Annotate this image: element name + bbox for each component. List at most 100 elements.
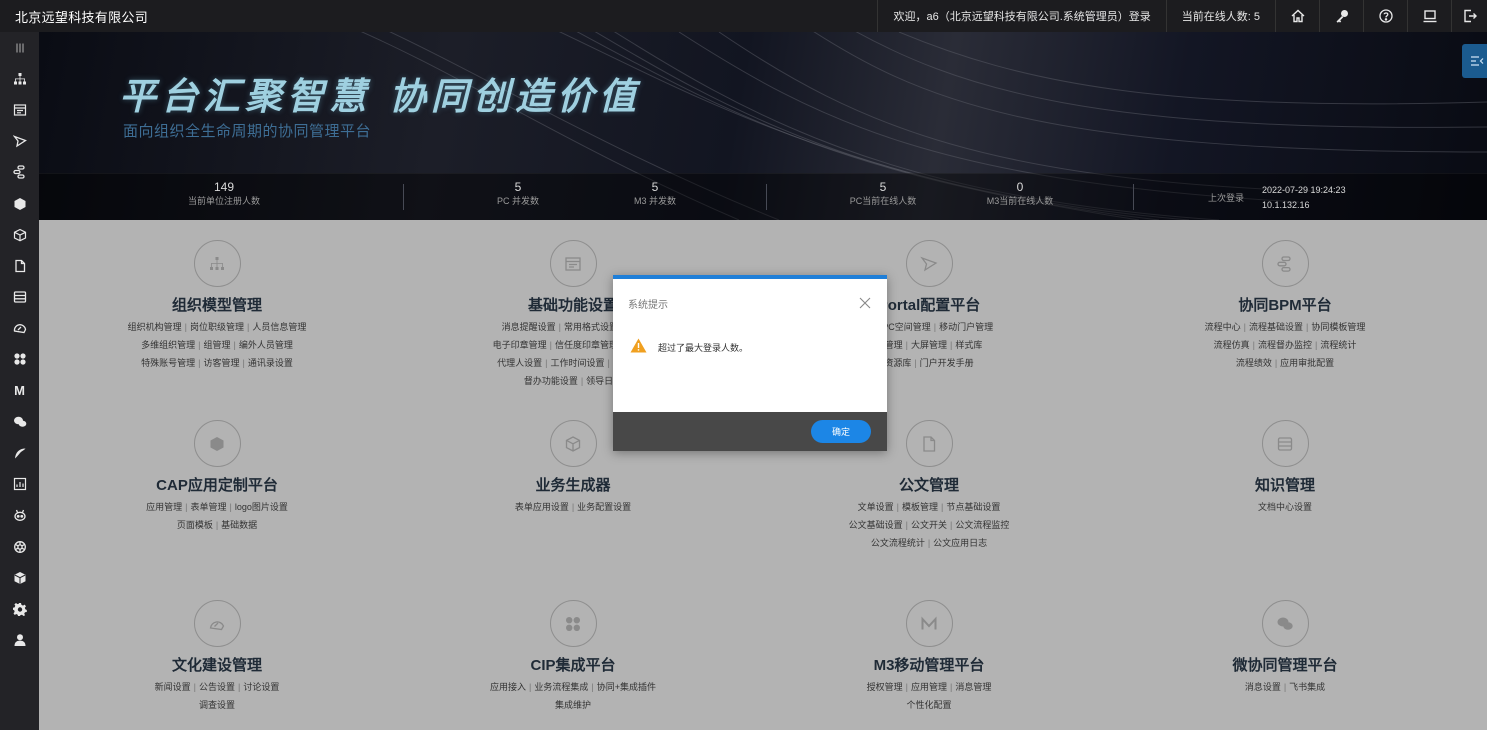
module-link[interactable]: 基础数据 (221, 520, 257, 530)
module-link[interactable]: 应用审批配置 (1280, 358, 1334, 368)
module-link[interactable]: 消息提醒设置 (502, 322, 556, 332)
module-card[interactable]: 协同BPM平台 流程中心 | 流程基础设置 | 协同模板管理 流程仿真 | 流程督办监控 | 流程… (1107, 240, 1463, 372)
cap-icon[interactable] (0, 188, 39, 219)
module-link[interactable]: 流程基础设置 (1249, 322, 1303, 332)
module-card[interactable]: CAP应用定制平台 应用管理 | 表单管理 | logo图片设置 页面模板 | 基础数据 (39, 420, 395, 534)
module-link[interactable]: 个性化配置 (906, 700, 951, 710)
gear-icon[interactable] (0, 593, 39, 624)
module-card[interactable]: CIP集成平台 应用接入 | 业务流程集成 | 协同+集成插件 集成维护 (395, 600, 751, 714)
send-icon[interactable] (0, 126, 39, 157)
module-link[interactable]: 公文应用日志 (933, 538, 987, 548)
module-link[interactable]: 编外人员管理 (239, 340, 293, 350)
module-title: 微协同管理平台 (1232, 657, 1338, 674)
module-link[interactable]: 流程中心 (1205, 322, 1241, 332)
module-link[interactable]: 应用管理 (911, 682, 947, 692)
home-icon[interactable] (1275, 0, 1319, 32)
module-link[interactable]: 代理人设置 (497, 358, 542, 368)
module-link[interactable]: 讨论设置 (243, 682, 279, 692)
user-icon[interactable] (0, 625, 39, 656)
module-link[interactable]: 业务流程集成 (534, 682, 588, 692)
module-card[interactable]: 知识管理 文档中心设置 (1107, 420, 1463, 516)
menu-toggle-icon[interactable] (0, 32, 39, 63)
module-link[interactable]: 组织机构管理 (128, 322, 182, 332)
culture-icon[interactable] (0, 313, 39, 344)
module-link[interactable]: 通讯录设置 (248, 358, 293, 368)
module-link[interactable]: 流程仿真 (1214, 340, 1250, 350)
key-icon[interactable] (1319, 0, 1363, 32)
module-link[interactable]: 表单应用设置 (515, 502, 569, 512)
document-icon[interactable] (0, 250, 39, 281)
module-link[interactable]: 表单管理 (190, 502, 226, 512)
module-card[interactable]: 组织模型管理 组织机构管理 | 岗位职级管理 | 人员信息管理 多维组织管理 | 组管理 | 编外… (39, 240, 395, 372)
link-separator: | (184, 322, 187, 332)
module-link[interactable]: 公文开关 (911, 520, 947, 530)
module-link[interactable]: logo图片设置 (235, 502, 288, 512)
database-icon[interactable] (0, 282, 39, 313)
module-link[interactable]: 信任度印章管理 (555, 340, 618, 350)
report-icon[interactable] (0, 469, 39, 500)
settings-hex-icon[interactable] (0, 531, 39, 562)
package-icon[interactable] (0, 562, 39, 593)
module-link[interactable]: 消息管理 (955, 682, 991, 692)
module-link[interactable]: 消息设置 (1245, 682, 1281, 692)
module-link[interactable]: 访客管理 (203, 358, 239, 368)
module-link[interactable]: 人员信息管理 (252, 322, 306, 332)
module-link[interactable]: 特殊账号管理 (141, 358, 195, 368)
module-link[interactable]: 文档中心设置 (1258, 502, 1312, 512)
robot-icon[interactable] (0, 500, 39, 531)
module-link[interactable]: 调查设置 (199, 700, 235, 710)
module-link[interactable]: 流程统计 (1320, 340, 1356, 350)
module-link[interactable]: 工作时间设置 (550, 358, 604, 368)
module-links: 应用管理 | 表单管理 | logo图片设置 页面模板 | 基础数据 (39, 498, 395, 534)
module-link[interactable]: 集成维护 (555, 700, 591, 710)
logout-icon[interactable] (1451, 0, 1487, 32)
module-link[interactable]: 协同+集成插件 (597, 682, 656, 692)
module-link[interactable]: 督办功能设置 (524, 376, 578, 386)
module-link[interactable]: 授权管理 (867, 682, 903, 692)
module-link[interactable]: 电子印章管理 (493, 340, 547, 350)
module-link[interactable]: 门户开发手册 (920, 358, 974, 368)
module-link[interactable]: 飞书集成 (1289, 682, 1325, 692)
module-link[interactable]: 协同模板管理 (1311, 322, 1365, 332)
workflow-icon[interactable] (0, 157, 39, 188)
monitor-icon[interactable] (1407, 0, 1451, 32)
module-link[interactable]: 文单设置 (858, 502, 894, 512)
module-link[interactable]: 多维组织管理 (141, 340, 195, 350)
module-link[interactable]: 大屏管理 (911, 340, 947, 350)
module-link[interactable]: 公文基础设置 (849, 520, 903, 530)
module-title: 知识管理 (1254, 477, 1315, 494)
org-chart-icon[interactable] (0, 63, 39, 94)
module-card[interactable]: 文化建设管理 新闻设置 | 公告设置 | 讨论设置 调查设置 (39, 600, 395, 714)
chat-icon[interactable] (0, 406, 39, 437)
module-link[interactable]: 移动门户管理 (939, 322, 993, 332)
help-icon[interactable] (1363, 0, 1407, 32)
module-link[interactable]: 流程绩效 (1236, 358, 1272, 368)
module-link[interactable]: 样式库 (955, 340, 982, 350)
module-link[interactable]: PC空间管理 (882, 322, 931, 332)
ok-button[interactable]: 确定 (811, 420, 871, 443)
module-link[interactable]: 公告设置 (199, 682, 235, 692)
module-card[interactable]: 微协同管理平台 消息设置 | 飞书集成 (1107, 600, 1463, 696)
cube-icon[interactable] (0, 219, 39, 250)
module-link[interactable]: 资源库 (884, 358, 911, 368)
module-link[interactable]: 岗位职级管理 (190, 322, 244, 332)
module-card[interactable]: M3移动管理平台 授权管理 | 应用管理 | 消息管理 个性化配置 (751, 600, 1107, 714)
calendar-icon[interactable] (0, 94, 39, 125)
m3-icon[interactable]: M (0, 375, 39, 406)
module-link[interactable]: 公文流程监控 (955, 520, 1009, 530)
module-link[interactable]: 业务配置设置 (577, 502, 631, 512)
module-link[interactable]: 常用格式设置 (564, 322, 618, 332)
panel-collapse-button[interactable] (1462, 44, 1487, 78)
module-link[interactable]: 新闻设置 (155, 682, 191, 692)
module-link[interactable]: 应用管理 (146, 502, 182, 512)
close-icon[interactable] (859, 297, 871, 309)
module-link[interactable]: 页面模板 (177, 520, 213, 530)
module-link[interactable]: 流程督办监控 (1258, 340, 1312, 350)
portal-icon[interactable] (0, 437, 39, 468)
module-link[interactable]: 应用接入 (490, 682, 526, 692)
module-link[interactable]: 节点基础设置 (946, 502, 1000, 512)
module-link[interactable]: 公文流程统计 (871, 538, 925, 548)
cip-icon[interactable] (0, 344, 39, 375)
module-link[interactable]: 模板管理 (902, 502, 938, 512)
module-link[interactable]: 组管理 (203, 340, 230, 350)
